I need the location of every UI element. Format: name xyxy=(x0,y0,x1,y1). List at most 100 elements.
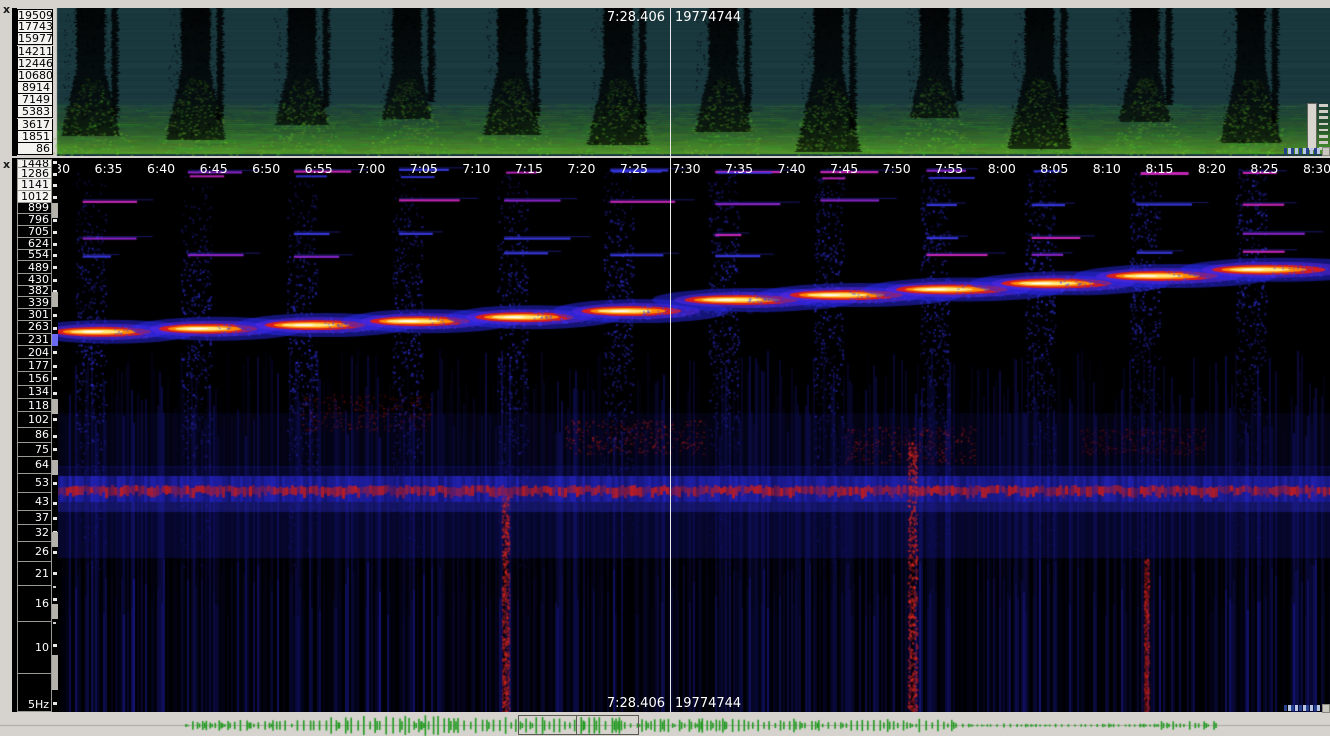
freq-label: 21 xyxy=(17,562,52,586)
histogram-tile xyxy=(1284,148,1287,154)
freq-label: 1012 xyxy=(17,191,52,203)
freq-tick xyxy=(53,279,57,282)
freq-tick xyxy=(53,266,57,269)
freq-minor-tick xyxy=(53,622,56,624)
main-cursor-time-readout: 7:28.406 xyxy=(607,696,665,711)
slider-tick xyxy=(1319,116,1328,119)
close-main-panel-button[interactable]: x xyxy=(1,159,12,172)
histogram-tile xyxy=(1317,148,1320,154)
main-frequency-scale[interactable]: 1448128611411012899796705624554489430382… xyxy=(12,158,58,712)
freq-tick xyxy=(53,572,57,575)
freq-label: 430 xyxy=(17,274,52,286)
histogram-tile xyxy=(1314,705,1317,711)
frequency-marker[interactable] xyxy=(52,334,58,346)
freq-label: 86 xyxy=(17,428,52,443)
scale-thumb-segment[interactable] xyxy=(52,460,58,475)
freq-label: 32 xyxy=(17,525,52,542)
scale-thumb-segment[interactable] xyxy=(52,655,58,690)
playback-cursor[interactable] xyxy=(670,8,671,712)
freq-tick xyxy=(53,254,57,257)
waveform-overview-display[interactable] xyxy=(0,713,1330,736)
freq-tick xyxy=(53,161,57,164)
freq-label: 3617 xyxy=(17,119,53,131)
freq-tick xyxy=(53,314,57,317)
freq-tick xyxy=(53,173,57,176)
histogram-tile xyxy=(1288,705,1291,711)
histogram-tile xyxy=(1291,705,1294,711)
main-spectrogram-display[interactable] xyxy=(0,158,1330,712)
freq-label: 382 xyxy=(17,286,52,298)
freq-label: 796 xyxy=(17,214,52,226)
freq-tick xyxy=(53,448,57,451)
time-tick-label: 6:45 xyxy=(200,161,228,176)
freq-tick xyxy=(53,351,57,354)
freq-label: 10 xyxy=(17,622,52,674)
time-tick-label: 7:55 xyxy=(935,161,963,176)
freq-label: 339 xyxy=(17,297,52,309)
slider-tick xyxy=(1319,141,1328,144)
histogram-tile xyxy=(1306,705,1309,711)
freq-label: 489 xyxy=(17,261,52,273)
freq-tick xyxy=(53,243,57,246)
freq-label: 10680 xyxy=(17,70,53,82)
time-tick-label: 8:25 xyxy=(1250,161,1278,176)
freq-tick xyxy=(53,702,57,705)
freq-tick xyxy=(53,418,57,421)
top-cursor-sample-readout: 19774744 xyxy=(675,10,741,25)
histogram-tile xyxy=(1310,148,1313,154)
time-tick-label: 7:50 xyxy=(883,161,911,176)
scale-thumb-segment[interactable] xyxy=(52,604,58,619)
time-tick-label: 7:00 xyxy=(357,161,385,176)
freq-label: 17743 xyxy=(17,21,53,33)
freq-tick xyxy=(53,517,57,520)
main-cursor-sample-readout: 19774744 xyxy=(675,696,741,711)
freq-tick xyxy=(53,231,57,234)
freq-tick xyxy=(53,502,57,505)
histogram-tile xyxy=(1317,705,1320,711)
waveform-selection-divider[interactable] xyxy=(576,716,577,734)
freq-tick xyxy=(53,598,57,601)
time-tick-label: 8:30 xyxy=(1303,161,1330,176)
time-tick-label: 8:10 xyxy=(1093,161,1121,176)
freq-tick xyxy=(53,551,57,554)
top-panel-gain-slider[interactable] xyxy=(1307,103,1317,151)
scale-thumb-segment[interactable] xyxy=(52,532,58,547)
histogram-handle[interactable] xyxy=(1322,704,1330,713)
time-tick-label: 8:15 xyxy=(1145,161,1173,176)
histogram-handle[interactable] xyxy=(1322,147,1330,156)
time-tick-label: 6:50 xyxy=(252,161,280,176)
time-tick-label: 7:40 xyxy=(778,161,806,176)
freq-label: 1448 xyxy=(17,159,52,168)
freq-label: 1141 xyxy=(17,179,52,191)
histogram-tile xyxy=(1306,148,1309,154)
time-tick-label: 6:35 xyxy=(94,161,122,176)
freq-label: 19509 xyxy=(17,9,53,21)
slider-tick xyxy=(1319,123,1328,126)
freq-label: 37 xyxy=(17,511,52,525)
time-tick-label: 7:10 xyxy=(462,161,490,176)
freq-label: 102 xyxy=(17,412,52,427)
freq-label: 86 xyxy=(17,143,53,155)
freq-label: 118 xyxy=(17,399,52,412)
waveform-view-selection[interactable] xyxy=(518,715,639,735)
freq-label: 705 xyxy=(17,226,52,238)
top-frequency-scale[interactable]: 1950917743159771421112446106808914714953… xyxy=(12,8,58,156)
freq-tick xyxy=(53,196,57,199)
slider-tick xyxy=(1319,104,1328,107)
histogram-tile xyxy=(1295,148,1298,154)
freq-label: 43 xyxy=(17,493,52,510)
histogram-tile xyxy=(1303,148,1306,154)
freq-label: 16 xyxy=(17,586,52,622)
scale-thumb-segment[interactable] xyxy=(52,292,58,307)
freq-tick xyxy=(53,482,57,485)
freq-label: 8914 xyxy=(17,82,53,94)
close-top-panel-button[interactable]: x xyxy=(1,4,12,17)
top-spectrogram-display[interactable] xyxy=(0,8,1330,156)
time-tick-label: 7:30 xyxy=(672,161,700,176)
scale-thumb-segment[interactable] xyxy=(52,203,58,218)
time-tick-label: 7:45 xyxy=(830,161,858,176)
histogram-tile xyxy=(1288,148,1291,154)
histogram-tile xyxy=(1291,148,1294,154)
scale-thumb-segment[interactable] xyxy=(52,399,58,414)
freq-label: 301 xyxy=(17,309,52,321)
